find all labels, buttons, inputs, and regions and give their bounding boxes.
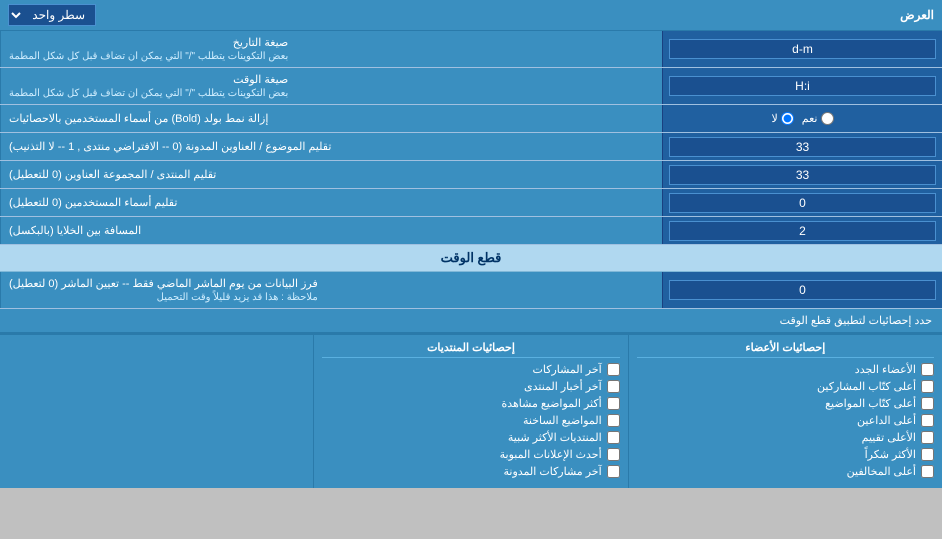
- checkbox-new-members[interactable]: [921, 363, 934, 376]
- time-format-label: صيغة الوقت بعض التكوينات يتطلب "/" التي …: [0, 68, 662, 104]
- stats-item-latest-classifieds: أحدث الإعلانات المبوبة: [322, 448, 619, 461]
- stats-col-forums: إحصائيات المنتديات آخر المشاركات آخر أخب…: [313, 335, 627, 488]
- stats-col-members-title: إحصائيات الأعضاء: [637, 341, 934, 358]
- checkbox-forum-news[interactable]: [607, 380, 620, 393]
- forum-usernames-row: 33 تقليم المنتدى / المجموعة العناوين (0 …: [0, 161, 942, 189]
- stats-item-top-warned: أعلى المخالفين: [637, 465, 934, 478]
- cutoff-section-header: قطع الوقت: [0, 245, 942, 272]
- stats-item-new-members: الأعضاء الجدد: [637, 363, 934, 376]
- time-format-row: H:i صيغة الوقت بعض التكوينات يتطلب "/" ا…: [0, 68, 942, 105]
- checkbox-blog-posts[interactable]: [607, 465, 620, 478]
- radio-no[interactable]: [781, 112, 794, 125]
- checkbox-latest-classifieds[interactable]: [607, 448, 620, 461]
- checkbox-most-viewed[interactable]: [607, 397, 620, 410]
- stats-item-blog-posts: آخر مشاركات المدونة: [322, 465, 619, 478]
- radio-yes-label[interactable]: نعم: [802, 112, 834, 125]
- cutoff-label: فرز البيانات من يوم الماشر الماضي فقط --…: [0, 272, 662, 308]
- checkbox-most-thanked[interactable]: [921, 448, 934, 461]
- stats-item-most-viewed: أكثر المواضيع مشاهدة: [322, 397, 619, 410]
- radio-no-label[interactable]: لا: [772, 112, 794, 125]
- checkbox-top-referrers[interactable]: [921, 414, 934, 427]
- checkbox-top-warned[interactable]: [921, 465, 934, 478]
- cutoff-input-wrap: 0: [662, 272, 942, 308]
- header-row: العرض سطر واحدسطرانثلاثة أسطر: [0, 0, 942, 31]
- checkbox-top-posters[interactable]: [921, 380, 934, 393]
- checkbox-top-topic-writers[interactable]: [921, 397, 934, 410]
- stats-item-last-posts: آخر المشاركات: [322, 363, 619, 376]
- cutoff-input[interactable]: 0: [669, 280, 936, 300]
- stats-col-members: إحصائيات الأعضاء الأعضاء الجدد أعلى كتّا…: [628, 335, 942, 488]
- stats-item-most-similar-forums: المنتديات الأكثر شبية: [322, 431, 619, 444]
- stats-col-forums-title: إحصائيات المنتديات: [322, 341, 619, 358]
- checkbox-top-rated[interactable]: [921, 431, 934, 444]
- stats-item-top-topic-writers: أعلى كتّاب المواضيع: [637, 397, 934, 410]
- view-select[interactable]: سطر واحدسطرانثلاثة أسطر: [8, 4, 96, 26]
- cell-spacing-input-wrap: 2: [662, 217, 942, 244]
- date-format-input-wrap: d-m: [662, 31, 942, 67]
- cutoff-row: 0 فرز البيانات من يوم الماشر الماضي فقط …: [0, 272, 942, 309]
- topic-titles-input[interactable]: 33: [669, 137, 936, 157]
- checkbox-last-posts[interactable]: [607, 363, 620, 376]
- date-format-row: d-m صيغة التاريخ بعض التكوينات يتطلب "/"…: [0, 31, 942, 68]
- stats-item-top-posters: أعلى كتّاب المشاركين: [637, 380, 934, 393]
- cell-spacing-label: المسافة بين الخلايا (بالبكسل): [0, 217, 662, 244]
- date-format-label: صيغة التاريخ بعض التكوينات يتطلب "/" الت…: [0, 31, 662, 67]
- stats-item-top-referrers: أعلى الداعين: [637, 414, 934, 427]
- limit-row: حدد إحصائيات لتطبيق قطع الوقت: [0, 309, 942, 333]
- usernames-trim-input-wrap: 0: [662, 189, 942, 216]
- stats-col-extra: [0, 335, 313, 488]
- forum-usernames-input-wrap: 33: [662, 161, 942, 188]
- cell-spacing-row: 2 المسافة بين الخلايا (بالبكسل): [0, 217, 942, 245]
- stats-item-top-rated: الأعلى تقييم: [637, 431, 934, 444]
- main-container: العرض سطر واحدسطرانثلاثة أسطر d-m صيغة ا…: [0, 0, 942, 488]
- topic-titles-row: 33 تقليم الموضوع / العناوين المدونة (0 -…: [0, 133, 942, 161]
- topic-titles-input-wrap: 33: [662, 133, 942, 160]
- stats-section: إحصائيات الأعضاء الأعضاء الجدد أعلى كتّا…: [0, 333, 942, 488]
- time-format-input[interactable]: H:i: [669, 76, 936, 96]
- stats-item-forum-news: آخر أخبار المنتدى: [322, 380, 619, 393]
- date-format-input[interactable]: d-m: [669, 39, 936, 59]
- bold-radio-wrap: نعم لا: [662, 105, 942, 132]
- usernames-trim-input[interactable]: 0: [669, 193, 936, 213]
- forum-usernames-input[interactable]: 33: [669, 165, 936, 185]
- usernames-trim-label: تقليم أسماء المستخدمين (0 للتعطيل): [0, 189, 662, 216]
- time-format-input-wrap: H:i: [662, 68, 942, 104]
- checkbox-most-similar-forums[interactable]: [607, 431, 620, 444]
- bold-usernames-row: نعم لا إزالة نمط بولد (Bold) من أسماء ال…: [0, 105, 942, 133]
- radio-yes[interactable]: [821, 112, 834, 125]
- forum-usernames-label: تقليم المنتدى / المجموعة العناوين (0 للت…: [0, 161, 662, 188]
- topic-titles-label: تقليم الموضوع / العناوين المدونة (0 -- ا…: [0, 133, 662, 160]
- stats-item-hot-topics: المواضيع الساخنة: [322, 414, 619, 427]
- page-title: العرض: [900, 8, 934, 22]
- bold-usernames-label: إزالة نمط بولد (Bold) من أسماء المستخدمي…: [0, 105, 662, 132]
- checkbox-hot-topics[interactable]: [607, 414, 620, 427]
- usernames-trim-row: 0 تقليم أسماء المستخدمين (0 للتعطيل): [0, 189, 942, 217]
- stats-item-most-thanked: الأكثر شكراً: [637, 448, 934, 461]
- view-select-wrap: سطر واحدسطرانثلاثة أسطر: [8, 4, 96, 26]
- cell-spacing-input[interactable]: 2: [669, 221, 936, 241]
